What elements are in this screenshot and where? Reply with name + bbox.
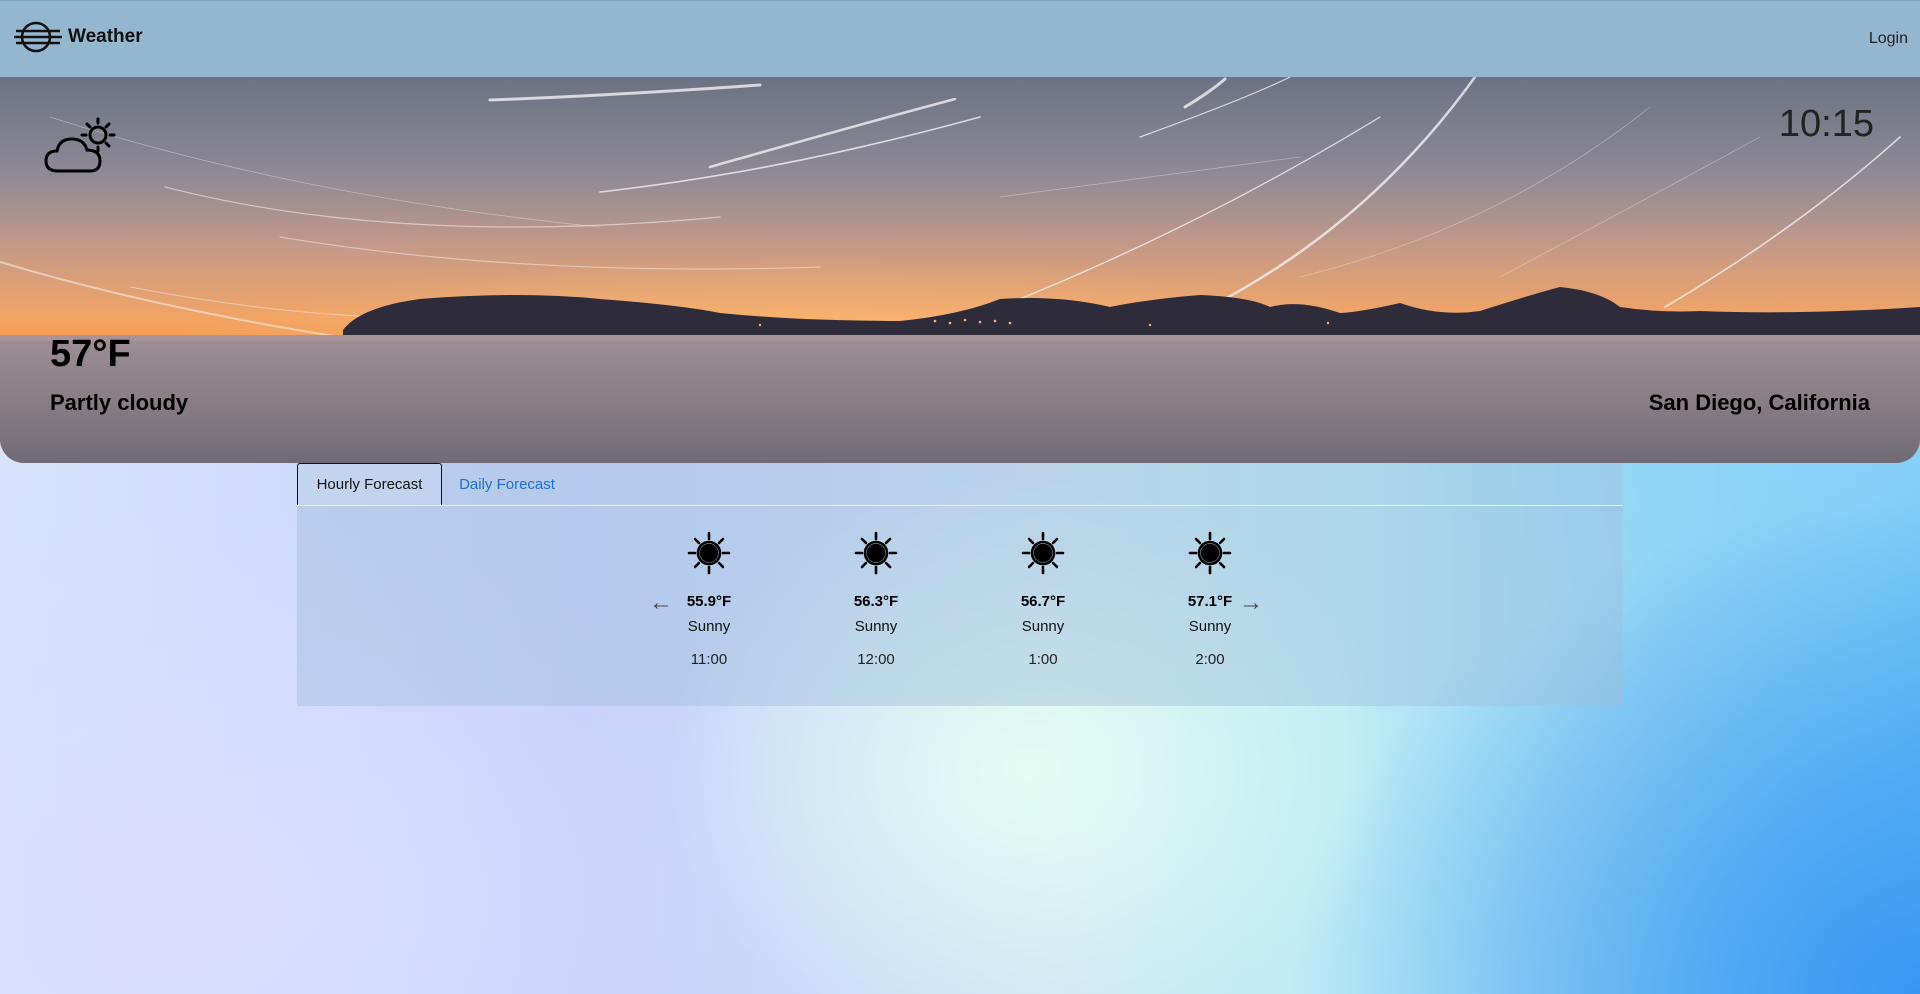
current-temperature: 57°F [50,333,131,375]
hourly-temperature: 57.1°F [1187,593,1233,610]
hourly-forecast-item: 56.7°F Sunny 1:00 [988,531,1098,668]
partly-cloudy-icon [44,117,116,173]
current-condition: Partly cloudy [50,390,189,415]
current-time: 10:15 [1778,103,1874,145]
brand-title: Weather [68,26,143,47]
brand[interactable]: Weather [14,19,143,55]
navbar: Weather Login [0,0,1920,77]
hourly-forecast-item: 56.3°F Sunny 12:00 [821,531,931,668]
hourly-time: 11:00 [690,651,728,668]
sun-icon [1188,531,1232,575]
sun-icon [1021,531,1065,575]
hourly-time: 2:00 [1195,651,1225,668]
hourly-temperature: 56.3°F [853,593,899,610]
location-label: San Diego, California [1648,390,1870,415]
hourly-temperature: 55.9°F [686,593,732,610]
forecast-tabs: Hourly Forecast Daily Forecast [297,463,1623,506]
hourly-temperature: 56.7°F [1020,593,1066,610]
sun-icon [854,531,898,575]
hero-banner: 10:15 57°F Partly cloudy San Diego, Cali… [0,77,1920,463]
sunset-background-image [0,77,1920,463]
hourly-time: 1:00 [1028,651,1058,668]
hourly-forecast-item: 57.1°F Sunny 2:00 [1155,531,1265,668]
tab-hourly-forecast[interactable]: Hourly Forecast [297,463,442,505]
hourly-time: 12:00 [857,651,895,668]
forecast-panel: Hourly Forecast Daily Forecast ← → 55.9°… [297,463,1623,706]
sun-icon [687,531,731,575]
hourly-forecast-item: 55.9°F Sunny 11:00 [654,531,764,668]
hourly-condition: Sunny [1188,618,1232,635]
hourly-condition: Sunny [687,618,731,635]
hourly-condition: Sunny [1021,618,1065,635]
login-link[interactable]: Login [1869,30,1908,48]
hourly-condition: Sunny [854,618,898,635]
weather-logo-icon [14,21,62,53]
tab-daily-forecast[interactable]: Daily Forecast [442,463,572,505]
